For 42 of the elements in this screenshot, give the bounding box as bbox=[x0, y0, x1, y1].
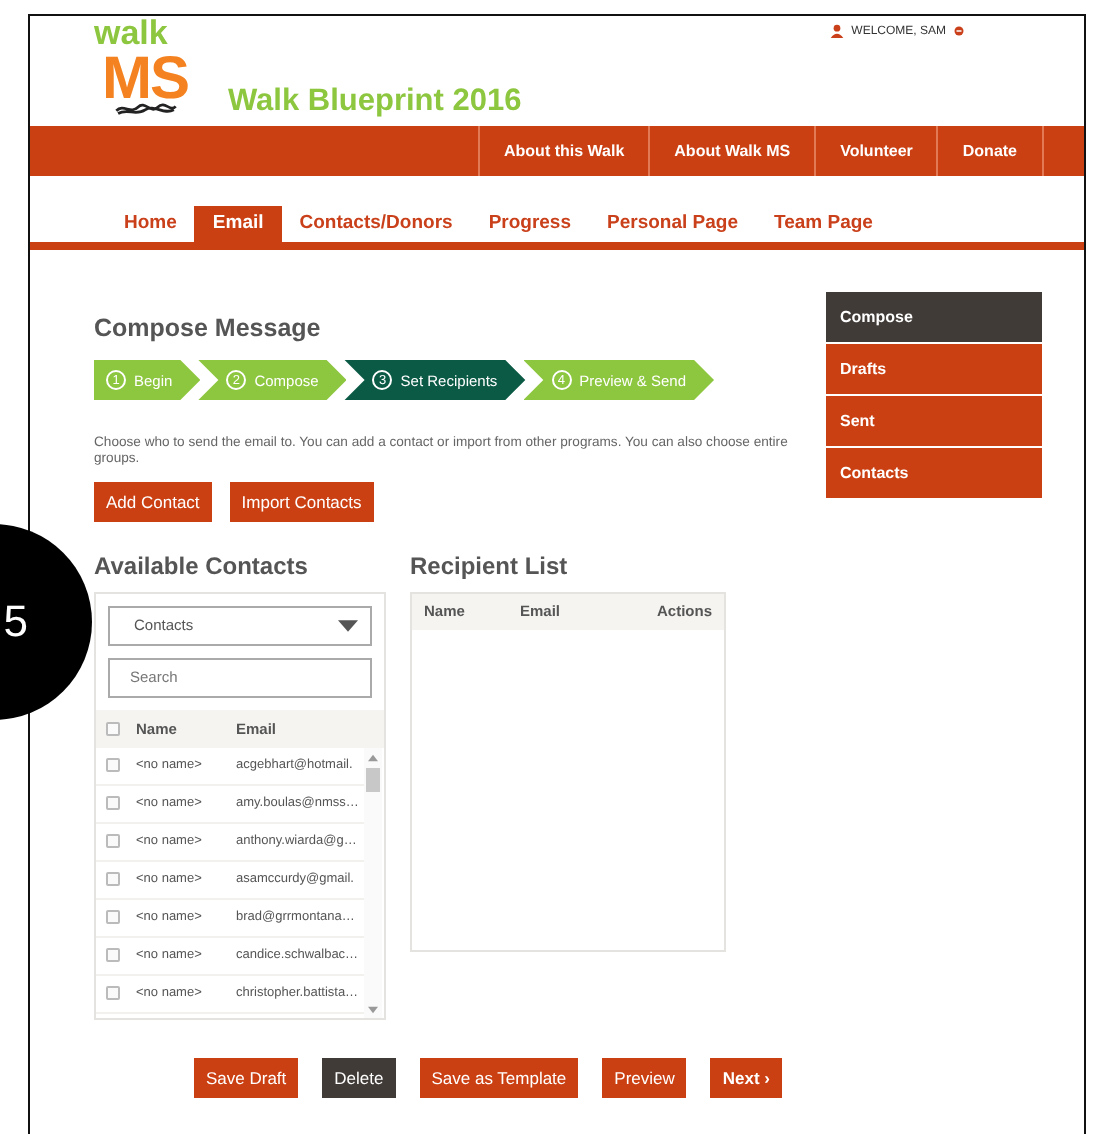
nav-tab[interactable]: Home bbox=[106, 206, 195, 242]
row-checkbox[interactable] bbox=[106, 910, 120, 925]
footer-button[interactable]: Delete bbox=[322, 1057, 396, 1098]
action-button[interactable]: Add Contact bbox=[94, 481, 212, 522]
action-button[interactable]: Import Contacts bbox=[229, 481, 374, 522]
side-menu-item[interactable]: Sent bbox=[826, 396, 1042, 446]
walk-ms-logo: walk MS bbox=[92, 18, 190, 118]
row-checkbox[interactable] bbox=[106, 834, 120, 849]
section-heading: Recipient List bbox=[410, 551, 570, 580]
site-title: Walk Blueprint 2016 bbox=[228, 84, 522, 120]
footer-button[interactable]: Save as Template bbox=[419, 1057, 579, 1098]
nav-link[interactable]: About this Walk bbox=[478, 126, 649, 176]
scroll-down-icon[interactable] bbox=[368, 1005, 378, 1014]
nav-tab[interactable]: Progress bbox=[470, 206, 589, 242]
logout-icon[interactable] bbox=[954, 26, 964, 36]
caret-icon bbox=[338, 619, 358, 632]
row-checkbox[interactable] bbox=[106, 872, 120, 887]
side-menu-item[interactable]: Contacts bbox=[826, 448, 1042, 498]
nav-tab[interactable]: Contacts/Donors bbox=[281, 206, 471, 242]
footer-button[interactable]: Next › bbox=[710, 1057, 783, 1098]
footer-button[interactable]: Preview bbox=[602, 1057, 687, 1098]
side-menu-item[interactable]: Compose bbox=[826, 292, 1042, 342]
scrollbar[interactable] bbox=[364, 747, 382, 1018]
scroll-up-icon[interactable] bbox=[368, 753, 378, 762]
row-checkbox[interactable] bbox=[106, 758, 120, 773]
page-heading: Compose Message bbox=[94, 314, 323, 342]
scroll-thumb[interactable] bbox=[366, 767, 380, 792]
nav-tab[interactable]: Personal Page bbox=[589, 206, 756, 242]
row-checkbox[interactable] bbox=[106, 796, 120, 811]
nav-tab[interactable]: Team Page bbox=[755, 206, 891, 242]
nav-tab[interactable]: Email bbox=[194, 206, 282, 242]
footer-button[interactable]: Save Draft bbox=[194, 1057, 299, 1098]
nav-link[interactable]: Donate bbox=[936, 126, 1044, 176]
row-checkbox[interactable] bbox=[106, 948, 120, 963]
side-menu-item[interactable]: Drafts bbox=[826, 344, 1042, 394]
section-heading: Available Contacts bbox=[94, 551, 310, 580]
row-checkbox[interactable] bbox=[106, 986, 120, 1001]
select-all-checkbox[interactable] bbox=[106, 721, 120, 736]
nav-link[interactable]: About Walk MS bbox=[648, 126, 815, 176]
user-icon bbox=[829, 24, 844, 38]
callout-number: 5 bbox=[3, 596, 28, 648]
nav-link[interactable]: Volunteer bbox=[814, 126, 937, 176]
